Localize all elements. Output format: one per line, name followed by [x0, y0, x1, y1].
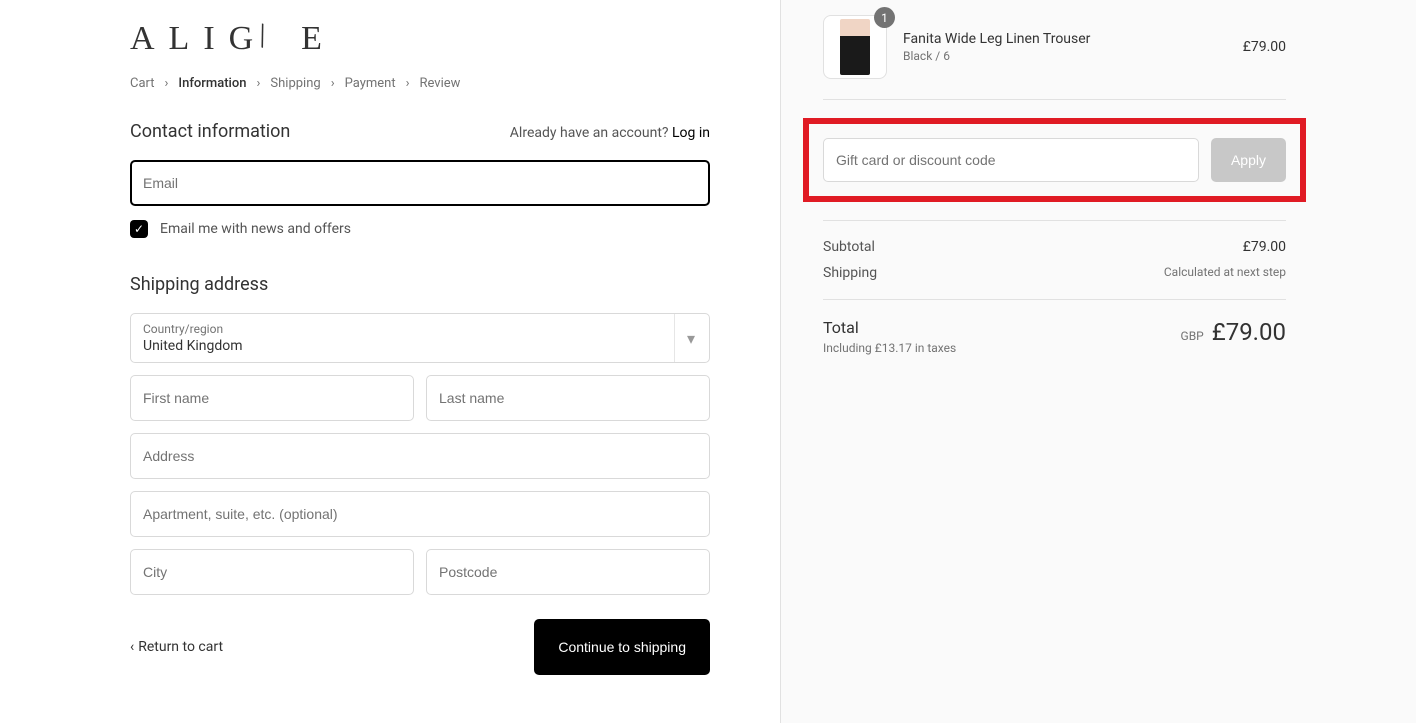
- cart-item: 1 Fanita Wide Leg Linen Trouser Black / …: [823, 15, 1286, 79]
- discount-highlight-box: Apply: [803, 118, 1306, 202]
- account-prompt: Already have an account? Log in: [510, 125, 710, 141]
- subtotal-value: £79.00: [1243, 239, 1286, 255]
- chevron-right-icon: ›: [165, 76, 169, 91]
- shipping-address-heading: Shipping address: [130, 274, 710, 295]
- shipping-note: Calculated at next step: [1164, 265, 1286, 281]
- chevron-down-icon: ▾: [674, 314, 695, 362]
- contact-info-heading: Contact information: [130, 121, 290, 142]
- breadcrumb: Cart › Information › Shipping › Payment …: [130, 76, 710, 91]
- continue-to-shipping-button[interactable]: Continue to shipping: [534, 619, 710, 675]
- product-thumbnail: 1: [823, 15, 887, 79]
- postcode-field[interactable]: [426, 549, 710, 595]
- chevron-right-icon: ›: [257, 76, 261, 91]
- return-to-cart-link[interactable]: ‹ Return to cart: [130, 639, 223, 655]
- breadcrumb-cart[interactable]: Cart: [130, 76, 155, 91]
- chevron-right-icon: ›: [406, 76, 410, 91]
- newsletter-label: Email me with news and offers: [160, 221, 351, 237]
- product-price: £79.00: [1243, 39, 1286, 55]
- quantity-badge: 1: [874, 7, 895, 28]
- address-field[interactable]: [130, 433, 710, 479]
- currency-code: GBP: [1181, 329, 1204, 343]
- breadcrumb-payment: Payment: [345, 76, 396, 91]
- email-field[interactable]: [130, 160, 710, 206]
- country-value: United Kingdom: [143, 338, 697, 354]
- total-label: Total: [823, 318, 956, 337]
- total-amount: £79.00: [1212, 318, 1286, 346]
- discount-code-input[interactable]: [823, 138, 1199, 182]
- city-field[interactable]: [130, 549, 414, 595]
- breadcrumb-shipping: Shipping: [270, 76, 320, 91]
- first-name-field[interactable]: [130, 375, 414, 421]
- chevron-right-icon: ›: [331, 76, 335, 91]
- product-name: Fanita Wide Leg Linen Trouser: [903, 31, 1227, 47]
- subtotal-label: Subtotal: [823, 239, 875, 255]
- apply-discount-button[interactable]: Apply: [1211, 138, 1286, 182]
- newsletter-checkbox[interactable]: ✓: [130, 220, 148, 238]
- breadcrumb-review: Review: [419, 76, 460, 91]
- brand-logo[interactable]: ALIG\ E: [130, 20, 710, 58]
- product-variant: Black / 6: [903, 49, 1227, 63]
- country-label: Country/region: [143, 322, 697, 336]
- chevron-left-icon: ‹: [130, 639, 134, 655]
- shipping-label: Shipping: [823, 265, 877, 281]
- breadcrumb-information: Information: [178, 76, 246, 91]
- login-link[interactable]: Log in: [672, 125, 710, 141]
- address2-field[interactable]: [130, 491, 710, 537]
- last-name-field[interactable]: [426, 375, 710, 421]
- country-select[interactable]: Country/region United Kingdom ▾: [130, 313, 710, 363]
- tax-note: Including £13.17 in taxes: [823, 341, 956, 355]
